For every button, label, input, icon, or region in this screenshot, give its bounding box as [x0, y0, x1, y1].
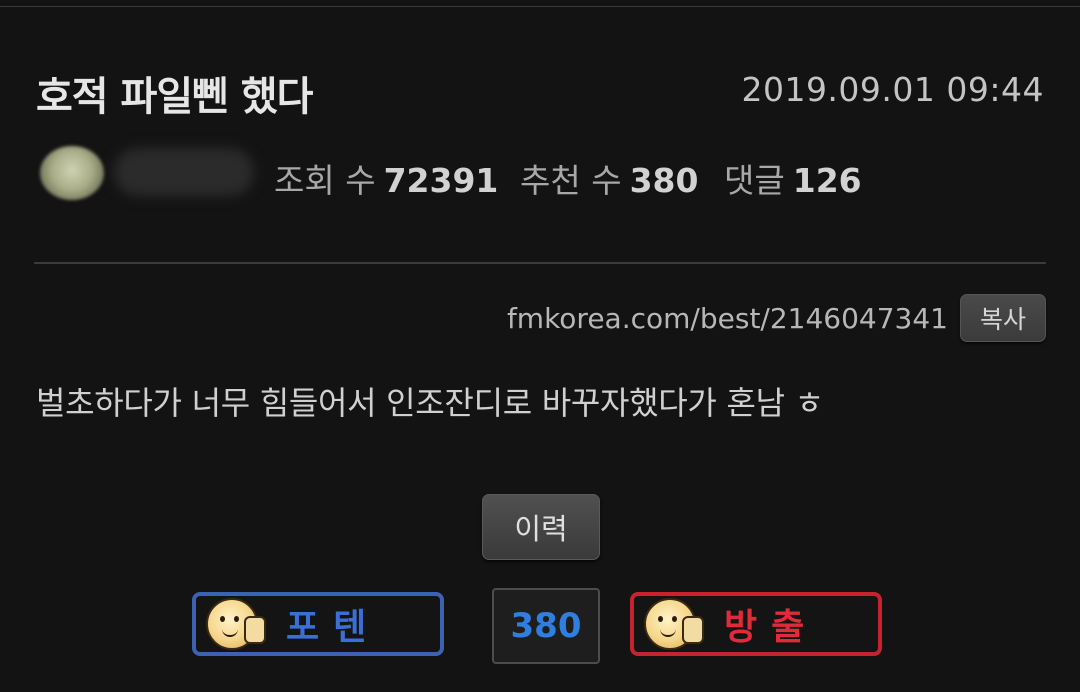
view-count-value: 72391 — [383, 161, 499, 200]
view-count-label: 조회 수 — [274, 161, 376, 200]
divider — [34, 262, 1046, 264]
recommend-count: 추천 수 380 — [520, 154, 698, 202]
post-body: 벌초하다가 너무 힘들어서 인조잔디로 바꾸자했다가 혼남 ㅎ — [36, 384, 824, 422]
recommend-count-label: 추천 수 — [520, 161, 622, 200]
thumbs-up-face-icon — [206, 598, 266, 650]
post-url[interactable]: fmkorea.com/best/2146047341 — [507, 302, 948, 335]
recommend-count-value: 380 — [629, 161, 699, 200]
top-rule — [0, 0, 1080, 7]
post-url-row: fmkorea.com/best/2146047341 복사 — [507, 292, 1046, 344]
avatar[interactable] — [40, 146, 104, 200]
comment-count-label: 댓글 — [724, 161, 785, 200]
copy-url-button[interactable]: 복사 — [960, 294, 1046, 342]
thumbs-down-face-icon — [644, 598, 704, 650]
history-button[interactable]: 이력 — [482, 494, 600, 560]
upvote-button[interactable]: 포텐 — [192, 592, 444, 656]
upvote-label: 포텐 — [286, 607, 381, 648]
post-title: 호적 파일뻰 했다 — [36, 74, 313, 120]
author-name-blurred[interactable] — [114, 148, 254, 196]
view-count: 조회 수 72391 — [274, 154, 498, 202]
downvote-button[interactable]: 방출 — [630, 592, 882, 656]
post-date: 2019.09.01 09:44 — [741, 70, 1044, 109]
comment-count[interactable]: 댓글 126 — [724, 154, 862, 202]
vote-count: 380 — [492, 588, 600, 664]
comment-count-value: 126 — [792, 161, 862, 200]
post-meta: 조회 수 72391 추천 수 380 댓글 126 — [36, 140, 1046, 210]
downvote-label: 방출 — [724, 607, 819, 648]
